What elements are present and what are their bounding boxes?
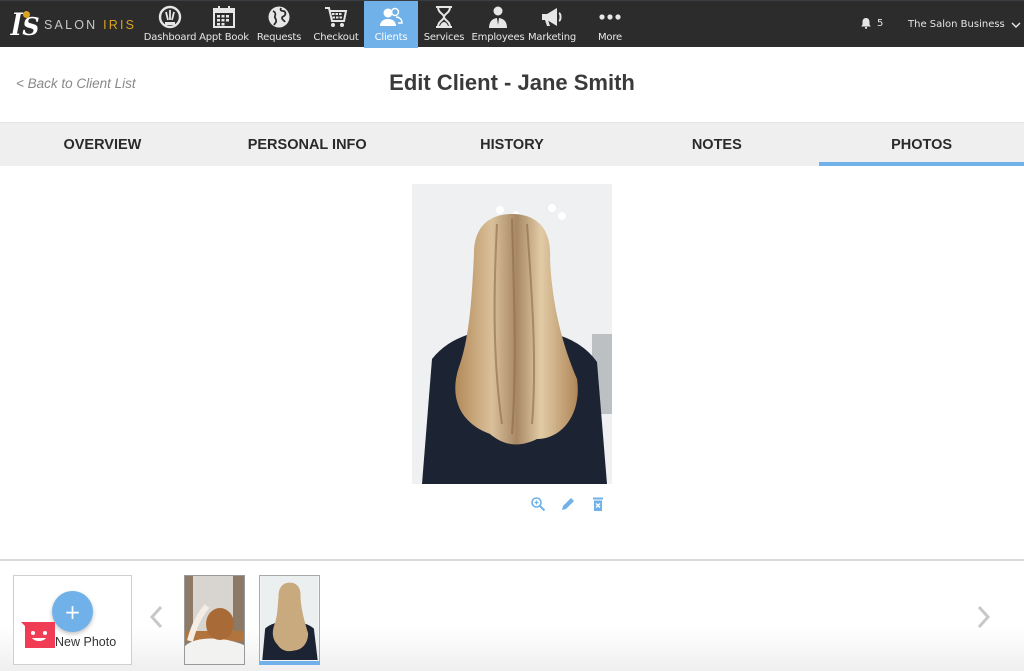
dashboard-gauge-icon (158, 5, 182, 29)
notifications-button[interactable]: 5 (860, 17, 883, 29)
nav-item-dashboard[interactable]: Dashboard (142, 1, 198, 48)
megaphone-icon (540, 5, 564, 29)
nav-item-appt-book[interactable]: Appt Book (198, 1, 250, 48)
main-client-photo (412, 184, 612, 484)
photo-thumbnail-selected[interactable] (259, 575, 320, 665)
logo-text: SALON IRIS (44, 18, 137, 32)
salon-iris-logo[interactable]: ꟾS SALON IRIS (10, 9, 136, 41)
bell-icon (861, 18, 871, 29)
nav-item-marketing[interactable]: Marketing (526, 1, 578, 48)
more-dots-icon (598, 5, 622, 29)
nav-item-services[interactable]: Services (418, 1, 470, 48)
clients-icon (379, 5, 403, 29)
chat-smiley-icon (21, 622, 55, 648)
client-tabs: OVERVIEW PERSONAL INFO HISTORY NOTES PHO… (0, 122, 1024, 166)
zoom-in-icon[interactable] (530, 496, 546, 512)
delete-trash-icon[interactable] (590, 496, 606, 512)
tab-personal-info[interactable]: PERSONAL INFO (205, 123, 410, 166)
nav-item-more[interactable]: More (578, 1, 642, 48)
account-name: The Salon Business (908, 19, 1005, 30)
page-title: Edit Client - Jane Smith (389, 70, 635, 95)
tab-history[interactable]: HISTORY (410, 123, 615, 166)
notifications-count: 5 (877, 17, 884, 29)
photo-actions (530, 496, 606, 512)
cart-icon (324, 5, 348, 29)
main-nav: Dashboard Appt Book Requests Checkout Cl… (142, 1, 642, 48)
nav-item-checkout[interactable]: Checkout (308, 1, 364, 48)
tab-photos[interactable]: PHOTOS (819, 123, 1024, 166)
edit-pencil-icon[interactable] (560, 496, 576, 512)
globe-icon (267, 5, 291, 29)
chevron-down-icon (1011, 22, 1021, 28)
nav-item-employees[interactable]: Employees (470, 1, 526, 48)
tab-overview[interactable]: OVERVIEW (0, 123, 205, 166)
plus-icon: + (64, 599, 81, 624)
new-photo-label: New Photo (55, 635, 117, 649)
tab-notes[interactable]: NOTES (614, 123, 819, 166)
nav-item-clients[interactable]: Clients (364, 1, 418, 48)
chat-support-widget[interactable] (21, 620, 59, 650)
photo-thumbnail[interactable] (184, 575, 245, 665)
logo-mark-icon: ꟾS (11, 11, 40, 41)
gallery-next-chevron-icon[interactable] (976, 604, 992, 630)
employee-icon (486, 5, 510, 29)
calendar-icon (212, 5, 236, 29)
top-nav-bar: ꟾS SALON IRIS Dashboard Appt Book Reques… (0, 0, 1024, 48)
hourglass-icon (432, 5, 456, 29)
gallery-prev-chevron-icon[interactable] (148, 604, 164, 630)
account-menu[interactable]: The Salon Business (908, 19, 1021, 30)
nav-item-requests[interactable]: Requests (250, 1, 308, 48)
